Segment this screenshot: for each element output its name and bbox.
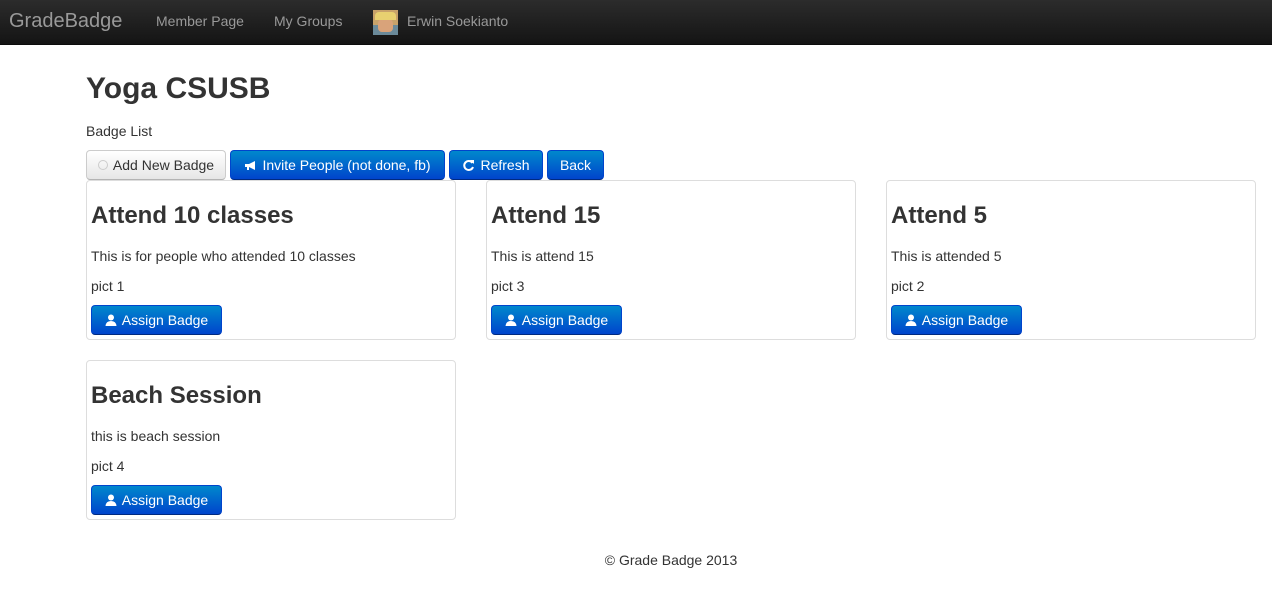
badge-description: this is beach session — [91, 428, 221, 444]
badge-title: Attend 15 — [491, 202, 601, 229]
navbar: GradeBadge Member Page My Groups Erwin S… — [0, 0, 1272, 45]
badge-pict: pict 4 — [91, 458, 125, 474]
nav-member-page[interactable]: Member Page — [156, 13, 244, 29]
badge-pict: pict 1 — [91, 278, 125, 294]
nav-user-name[interactable]: Erwin Soekianto — [407, 13, 508, 29]
invite-people-label: Invite People (not done, fb) — [262, 157, 431, 173]
refresh-button[interactable]: Refresh — [449, 150, 543, 180]
nav-my-groups[interactable]: My Groups — [274, 13, 342, 29]
page-title: Yoga CSUSB — [86, 72, 271, 105]
assign-badge-button[interactable]: Assign Badge — [91, 305, 222, 335]
brand-logo[interactable]: GradeBadge — [9, 10, 122, 33]
user-icon — [505, 314, 517, 326]
bullhorn-icon — [245, 160, 256, 170]
user-icon — [105, 494, 117, 506]
refresh-label: Refresh — [480, 157, 530, 173]
assign-badge-label: Assign Badge — [521, 312, 609, 328]
refresh-icon — [463, 159, 475, 171]
add-new-badge-label: Add New Badge — [112, 157, 215, 173]
badge-description: This is attended 5 — [891, 248, 1002, 264]
badge-title: Attend 10 classes — [91, 202, 294, 229]
assign-badge-label: Assign Badge — [121, 312, 209, 328]
plus-circle-icon — [97, 160, 108, 170]
footer-copyright: © Grade Badge 2013 — [604, 552, 738, 568]
badge-title: Beach Session — [91, 382, 262, 409]
badge-description: This is attend 15 — [491, 248, 594, 264]
user-icon — [905, 314, 917, 326]
assign-badge-label: Assign Badge — [121, 492, 209, 508]
back-button[interactable]: Back — [547, 150, 604, 180]
page-subtitle: Badge List — [86, 123, 153, 139]
avatar[interactable] — [373, 10, 398, 35]
assign-badge-button[interactable]: Assign Badge — [91, 485, 222, 515]
add-new-badge-button[interactable]: Add New Badge — [86, 150, 226, 180]
assign-badge-label: Assign Badge — [921, 312, 1009, 328]
badge-card: Attend 10 classes This is for people who… — [86, 180, 456, 340]
badge-title: Attend 5 — [891, 202, 987, 229]
assign-badge-button[interactable]: Assign Badge — [491, 305, 622, 335]
invite-people-button[interactable]: Invite People (not done, fb) — [230, 150, 445, 180]
badge-card: Attend 5 This is attended 5 pict 2 Assig… — [886, 180, 1256, 340]
badge-card: Beach Session this is beach session pict… — [86, 360, 456, 520]
user-icon — [105, 314, 117, 326]
badge-pict: pict 2 — [891, 278, 925, 294]
badge-card: Attend 15 This is attend 15 pict 3 Assig… — [486, 180, 856, 340]
badge-pict: pict 3 — [491, 278, 525, 294]
assign-badge-button[interactable]: Assign Badge — [891, 305, 1022, 335]
badge-description: This is for people who attended 10 class… — [91, 248, 356, 264]
